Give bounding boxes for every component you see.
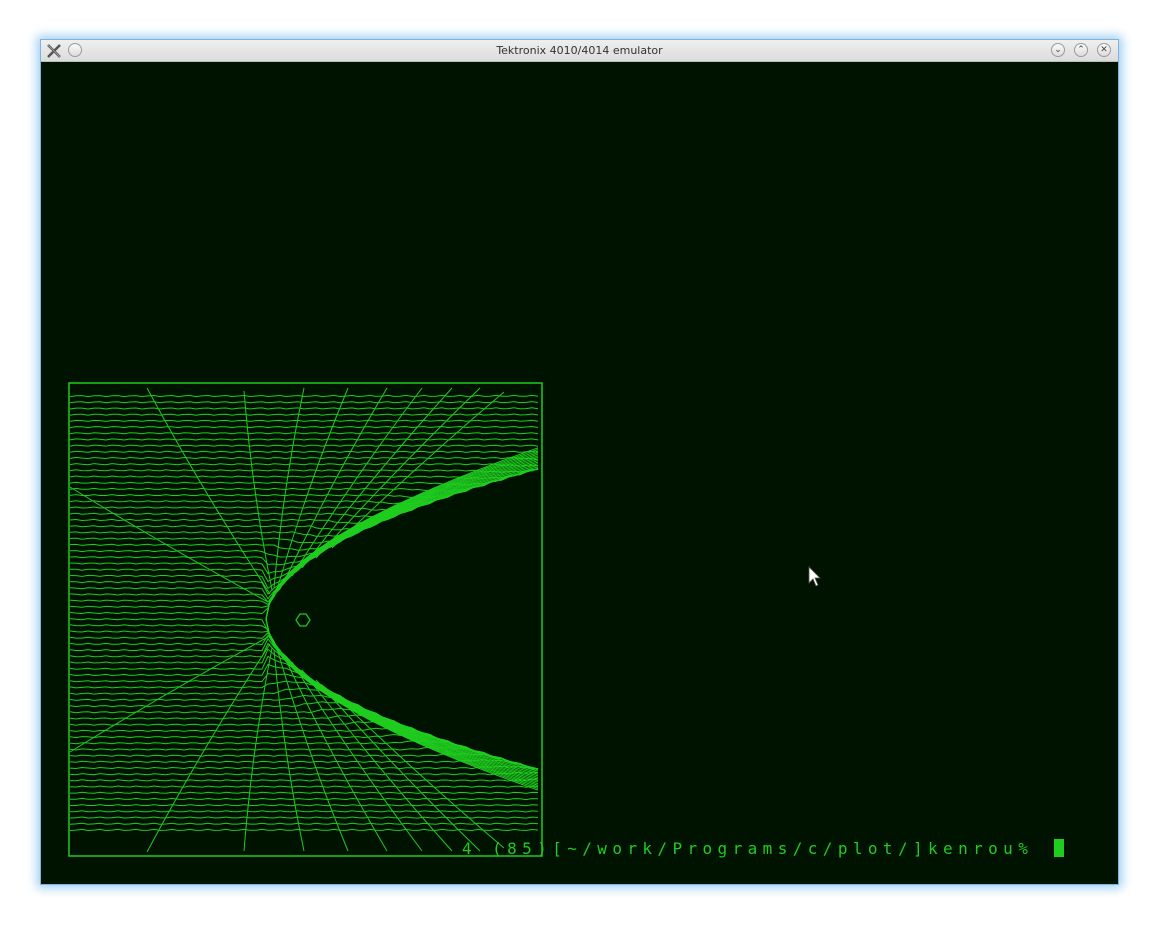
window-title: Tektronix 4010/4014 emulator: [496, 44, 663, 57]
minimize-button[interactable]: ⌄: [1051, 43, 1065, 57]
potential-line: [283, 655, 388, 852]
streamline: [69, 450, 539, 453]
streamline: [69, 771, 538, 776]
potential-line: [273, 649, 305, 852]
mouse-pointer-icon: [808, 566, 821, 587]
streamline: [69, 413, 539, 416]
desktop: Tektronix 4010/4014 emulator ⌄ ⌃ ✕ 4 (85…: [0, 0, 1160, 927]
streamline: [69, 810, 539, 813]
boundary-curve: [265, 618, 539, 777]
streamline: [69, 401, 539, 404]
boundary-curve: [265, 461, 539, 620]
boundary-curve: [265, 618, 539, 771]
prompt-text: 4 (85)[~/work/Programs/c/plot/]kenrou%: [462, 839, 1049, 858]
tektronix-screen[interactable]: 4 (85)[~/work/Programs/c/plot/]kenrou%: [42, 62, 1118, 884]
streamline: [69, 419, 539, 422]
streamline: [70, 804, 539, 807]
flow-plot: [68, 382, 543, 857]
streamline: [69, 407, 539, 410]
source-marker: [295, 613, 311, 627]
boundary-curve: [265, 460, 539, 620]
streamline: [69, 765, 539, 770]
streamline: [69, 778, 539, 782]
streamline: [69, 785, 538, 788]
streamline: [69, 456, 539, 461]
streamline: [69, 394, 539, 398]
streamlines: [69, 394, 539, 832]
streamline: [69, 822, 539, 825]
title-bar[interactable]: Tektronix 4010/4014 emulator ⌄ ⌃ ✕: [41, 40, 1118, 62]
shell-prompt[interactable]: 4 (85)[~/work/Programs/c/plot/]kenrou%: [462, 839, 1065, 858]
streamline: [69, 444, 539, 447]
boundary-curve: [265, 618, 539, 778]
text-cursor: [1054, 839, 1065, 857]
potential-line: [273, 387, 305, 589]
boundary-curve: [265, 618, 539, 780]
tektronix-window[interactable]: Tektronix 4010/4014 emulator ⌄ ⌃ ✕ 4 (85…: [40, 39, 1119, 885]
streamline: [69, 618, 539, 770]
boundary-curve: [265, 618, 539, 772]
boundary-curve: [265, 463, 539, 620]
streamline: [69, 432, 539, 435]
potential-line: [283, 387, 388, 583]
boundary-curve: [265, 467, 539, 620]
streamline: [70, 791, 539, 794]
streamline: [69, 828, 539, 832]
potential-line: [315, 679, 481, 852]
streamline: [70, 797, 539, 801]
streamline: [69, 469, 539, 473]
streamline: [69, 425, 539, 429]
streamline: [69, 438, 539, 441]
potential-line: [315, 387, 481, 559]
boundary-curve: [265, 618, 539, 775]
streamline: [69, 463, 539, 467]
close-button[interactable]: ✕: [1097, 43, 1111, 57]
maximize-button[interactable]: ⌃: [1074, 43, 1088, 57]
